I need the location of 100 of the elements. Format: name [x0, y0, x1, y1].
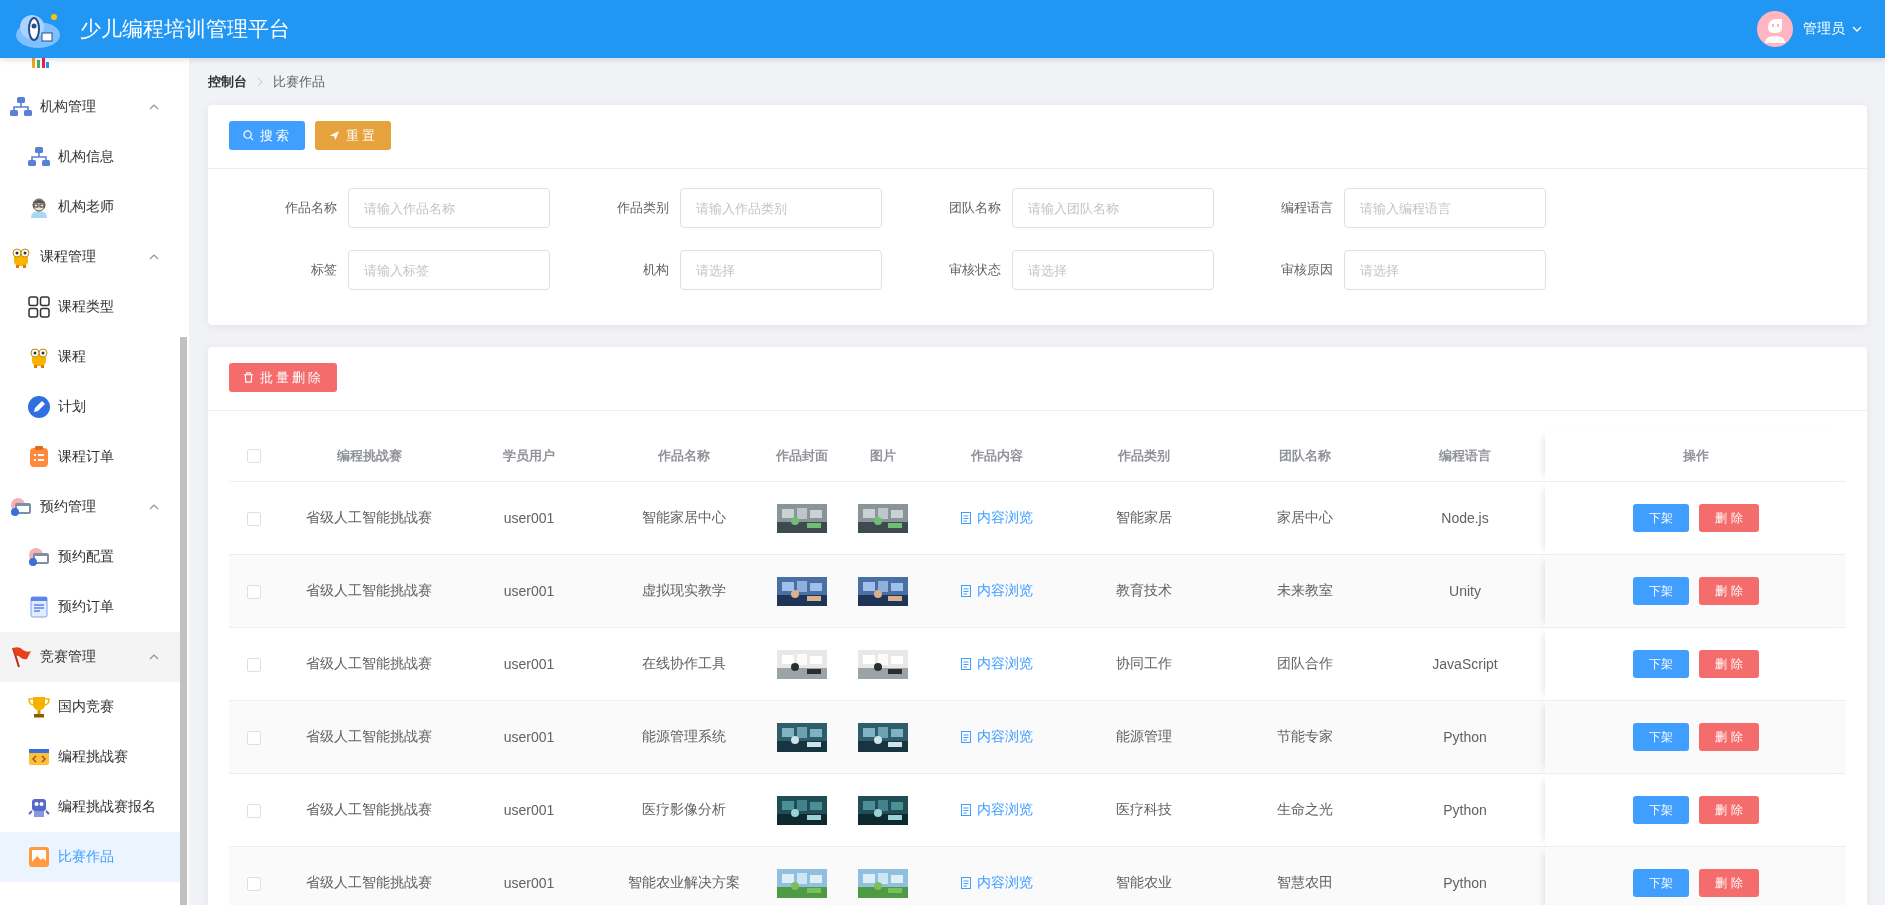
table-cell: user001	[503, 875, 555, 891]
menu-item[interactable]: 预约订单	[0, 582, 180, 632]
delete-button[interactable]: 删除	[1698, 869, 1759, 897]
column-header: 作品名称	[658, 447, 710, 463]
row-checkbox[interactable]	[247, 804, 261, 819]
search-icon	[242, 130, 254, 141]
table-cell: 生命之光	[1277, 801, 1333, 817]
table-cell: user001	[503, 510, 555, 526]
column-header: 作品类别	[1118, 447, 1170, 463]
content-link[interactable]: 内容浏览	[961, 509, 1033, 527]
content-link[interactable]: 内容浏览	[961, 728, 1033, 746]
clipboard-icon	[28, 446, 50, 468]
table-cell: 省级人工智能挑战赛	[306, 582, 432, 598]
column-header: 作品内容	[971, 447, 1023, 463]
filter-field[interactable]: 请选择	[680, 250, 882, 290]
field-label: 团队名称	[948, 199, 1001, 217]
menu-group[interactable]: 课程管理	[0, 232, 180, 282]
row-checkbox[interactable]	[247, 658, 261, 673]
menu-item[interactable]: 预约配置	[0, 532, 180, 582]
menu-item[interactable]: 课程订单	[0, 432, 180, 482]
field-label: 机构	[642, 261, 669, 279]
menu-item[interactable]: 机构信息	[0, 132, 180, 182]
batch-delete-button[interactable]: 批量删除	[229, 363, 337, 392]
menu-item[interactable]: 机构老师	[0, 182, 180, 232]
menu-item[interactable]: 计划	[0, 382, 180, 432]
unpublish-button[interactable]: 下架	[1632, 796, 1689, 824]
trophy-icon	[28, 696, 50, 718]
menu-item[interactable]: 编程挑战赛报名	[0, 782, 180, 832]
row-checkbox[interactable]	[247, 731, 261, 746]
table-cell: 虚拟现实教学	[642, 582, 726, 598]
menu-item[interactable]: 比赛作品	[0, 832, 180, 882]
content-link[interactable]: 内容浏览	[961, 874, 1033, 892]
filter-field[interactable]: 请输入标签	[348, 250, 550, 290]
select-all-checkbox[interactable]	[247, 449, 261, 464]
content-link[interactable]: 内容浏览	[961, 801, 1033, 819]
breadcrumb-item[interactable]: 控制台	[208, 72, 247, 91]
table-cell: Python	[1443, 729, 1487, 745]
column-header: 学员用户	[503, 447, 555, 463]
content-link[interactable]: 内容浏览	[961, 582, 1033, 600]
table-cell: 智能家居中心	[642, 509, 726, 525]
filter-field[interactable]: 请输入作品类别	[680, 188, 882, 228]
menu-group[interactable]: 竞赛管理	[0, 632, 180, 682]
org-chart-icon	[28, 146, 50, 168]
unpublish-button[interactable]: 下架	[1632, 650, 1689, 678]
table-cell: 医疗影像分析	[642, 801, 726, 817]
delete-button[interactable]: 删除	[1698, 723, 1759, 751]
table-cell: 未来教室	[1277, 582, 1333, 598]
filter-field[interactable]: 请输入编程语言	[1344, 188, 1546, 228]
menu-group[interactable]: 机构管理	[0, 82, 180, 132]
field-label: 标签	[310, 261, 337, 279]
table-cell: 省级人工智能挑战赛	[306, 801, 432, 817]
scrollbar-thumb[interactable]	[180, 337, 187, 905]
document-icon	[961, 512, 971, 524]
table-cell: 省级人工智能挑战赛	[306, 509, 432, 525]
breadcrumb-item: 比赛作品	[273, 72, 325, 91]
menu-item[interactable]: 课程	[0, 332, 180, 382]
table-cell: 能源管理	[1116, 728, 1172, 744]
table-cell: Python	[1443, 802, 1487, 818]
table-cell: user001	[503, 583, 555, 599]
delete-button[interactable]: 删除	[1698, 796, 1759, 824]
mascot-icon	[10, 246, 32, 268]
unpublish-button[interactable]: 下架	[1632, 723, 1689, 751]
field-label: 编程语言	[1280, 199, 1333, 217]
user-menu[interactable]: 管理员	[1803, 20, 1863, 38]
org-chart-icon	[10, 96, 32, 118]
filter-field[interactable]: 请选择	[1344, 250, 1546, 290]
table-cell: user001	[503, 656, 555, 672]
table-cell: 能源管理系统	[642, 728, 726, 744]
menu-item[interactable]: 国内竞赛	[0, 682, 180, 732]
row-checkbox[interactable]	[247, 585, 261, 600]
table-cell: Python	[1443, 875, 1487, 891]
table-cell: 智能农业解决方案	[628, 874, 740, 890]
document-icon	[961, 658, 971, 670]
unpublish-button[interactable]: 下架	[1632, 504, 1689, 532]
delete-button[interactable]: 删除	[1698, 650, 1759, 678]
delete-button[interactable]: 删除	[1698, 504, 1759, 532]
menu-item[interactable]: 编程挑战赛	[0, 732, 180, 782]
code-card-icon	[28, 746, 50, 768]
content-link[interactable]: 内容浏览	[961, 655, 1033, 673]
unpublish-button[interactable]: 下架	[1632, 869, 1689, 897]
row-checkbox[interactable]	[247, 512, 261, 527]
filter-field[interactable]: 请输入作品名称	[348, 188, 550, 228]
filter-field[interactable]: 请选择	[1012, 250, 1214, 290]
document-icon	[961, 804, 971, 816]
table-cell: JavaScript	[1432, 656, 1498, 672]
form-icon	[28, 596, 50, 618]
row-checkbox[interactable]	[247, 877, 261, 892]
grid-icon	[28, 296, 50, 318]
calendar-icon	[28, 546, 50, 568]
filter-field[interactable]: 请输入团队名称	[1012, 188, 1214, 228]
reset-button[interactable]: 重置	[315, 121, 391, 150]
flag-icon	[10, 646, 32, 668]
unpublish-button[interactable]: 下架	[1632, 577, 1689, 605]
delete-button[interactable]: 删除	[1698, 577, 1759, 605]
table-cell: 省级人工智能挑战赛	[306, 728, 432, 744]
table-cell: user001	[503, 802, 555, 818]
document-icon	[961, 877, 971, 889]
menu-group[interactable]: 预约管理	[0, 482, 180, 532]
search-button[interactable]: 搜索	[229, 121, 305, 150]
menu-item[interactable]: 课程类型	[0, 282, 180, 332]
